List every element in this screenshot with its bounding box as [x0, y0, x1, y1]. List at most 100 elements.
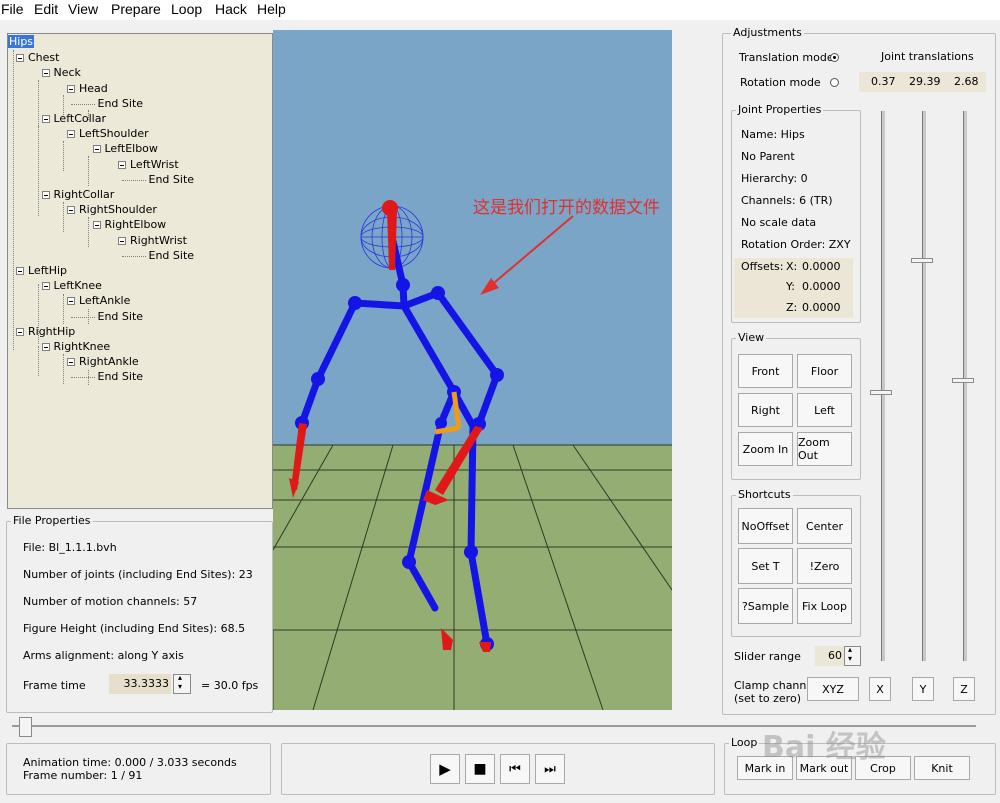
tree-connector: [63, 294, 64, 324]
zoom-out-button[interactable]: Zoom Out: [797, 432, 852, 466]
tree-expander-icon[interactable]: [41, 69, 50, 78]
nooffset-button[interactable]: NoOffset: [738, 508, 793, 544]
tree-node[interactable]: RightHip: [28, 325, 75, 338]
view-title: View: [736, 331, 767, 344]
tree-connector: [63, 141, 64, 171]
slider-x-thumb[interactable]: [870, 390, 892, 395]
first-frame-button[interactable]: ⏮: [500, 754, 530, 784]
tree-node[interactable]: End Site: [98, 310, 144, 323]
tree-node[interactable]: RightKnee: [54, 340, 111, 353]
tree-node[interactable]: LeftShoulder: [79, 127, 149, 140]
tree-expander-icon[interactable]: [67, 297, 75, 306]
joint-parent: No Parent: [741, 150, 795, 163]
stop-button[interactable]: ■: [465, 754, 495, 784]
last-frame-button[interactable]: ⏭: [535, 754, 565, 784]
tree-expander-icon[interactable]: [41, 115, 50, 123]
set-t-button[interactable]: Set T: [738, 548, 793, 584]
zero-button[interactable]: !Zero: [797, 548, 852, 584]
play-button[interactable]: ▶: [430, 754, 460, 784]
tree-node[interactable]: RightWrist: [130, 234, 187, 247]
frame-number: Frame number: 1 / 91: [23, 769, 143, 782]
tree-expander-icon[interactable]: [67, 130, 75, 139]
tree-node[interactable]: Head: [79, 82, 108, 95]
menu-help[interactable]: Help: [257, 1, 286, 17]
play-icon: ▶: [439, 760, 451, 778]
tree-expander-icon[interactable]: [92, 145, 101, 154]
slider-z-track[interactable]: [963, 111, 967, 661]
fix-loop-button[interactable]: Fix Loop: [797, 588, 852, 624]
sample-button[interactable]: ?Sample: [738, 588, 793, 624]
tree-expander-icon[interactable]: [41, 282, 50, 291]
slider-range-spinner[interactable]: ▴ ▾: [844, 645, 861, 666]
menu-view[interactable]: View: [68, 1, 98, 17]
joint-tree[interactable]: Hips Chest Neck Head End Site LeftCollar LeftS…: [7, 33, 273, 509]
frame-time-input[interactable]: 33.3333: [109, 674, 171, 694]
tree-expander-icon[interactable]: [67, 206, 75, 215]
slider-y-thumb[interactable]: [911, 258, 933, 263]
tree-node[interactable]: End Site: [149, 173, 195, 186]
tree-expander-icon[interactable]: [16, 54, 24, 63]
animation-time: Animation time: 0.000 / 3.033 seconds: [23, 756, 237, 769]
menu-file[interactable]: File: [1, 1, 24, 17]
tree-node[interactable]: RightCollar: [54, 188, 115, 201]
menu-edit[interactable]: Edit: [34, 1, 58, 17]
center-button[interactable]: Center: [797, 508, 852, 544]
tree-node[interactable]: RightElbow: [105, 218, 167, 231]
tree-node[interactable]: LeftKnee: [54, 279, 102, 292]
tree-node[interactable]: LeftElbow: [105, 142, 158, 155]
menu-prepare[interactable]: Prepare: [111, 1, 161, 17]
tree-node[interactable]: Hips: [8, 35, 35, 48]
knit-button[interactable]: Knit: [914, 756, 970, 780]
rotation-mode-radio[interactable]: [830, 78, 839, 87]
right-view-button[interactable]: Right: [738, 393, 793, 427]
slider-range-label: Slider range: [734, 650, 801, 663]
clamp-x-button[interactable]: X: [869, 677, 891, 701]
tree-node[interactable]: LeftCollar: [54, 112, 106, 125]
tree-node[interactable]: LeftAnkle: [79, 294, 130, 307]
tree-connector: [71, 377, 95, 379]
menu-hack[interactable]: Hack: [215, 1, 247, 17]
viewport-3d[interactable]: 这是我们打开的数据文件: [273, 30, 672, 710]
tree-node[interactable]: End Site: [98, 370, 144, 383]
tree-connector: [71, 316, 95, 318]
slider-z-thumb[interactable]: [952, 378, 974, 383]
floor-button[interactable]: Floor: [797, 354, 852, 388]
tree-expander-icon[interactable]: [67, 358, 75, 367]
tree-node[interactable]: RightAnkle: [79, 355, 139, 368]
offsets-label: Offsets:: [741, 260, 784, 273]
zoom-in-button[interactable]: Zoom In: [738, 432, 793, 466]
file-name: File: Bl_1.1.1.bvh: [23, 541, 117, 554]
tree-expander-icon[interactable]: [92, 221, 101, 230]
clamp-xyz-button[interactable]: XYZ: [807, 677, 859, 701]
clamp-z-button[interactable]: Z: [953, 677, 975, 701]
file-properties-group: File Properties File: Bl_1.1.1.bvh Numbe…: [6, 514, 273, 713]
slider-y-track[interactable]: [922, 111, 926, 661]
clamp-y-button[interactable]: Y: [912, 677, 934, 701]
tree-expander-icon[interactable]: [16, 267, 24, 275]
tree-node[interactable]: LeftWrist: [130, 158, 179, 171]
tree-node[interactable]: Neck: [54, 66, 81, 79]
tree-node[interactable]: RightShoulder: [79, 203, 157, 216]
left-view-button[interactable]: Left: [797, 393, 852, 427]
timeline-thumb[interactable]: [19, 717, 32, 737]
menu-loop[interactable]: Loop: [171, 1, 202, 17]
translation-mode-radio[interactable]: [830, 53, 839, 62]
tree-expander-icon[interactable]: [67, 84, 75, 93]
tree-connector: [88, 156, 89, 186]
tree-node[interactable]: Chest: [28, 51, 59, 64]
front-button[interactable]: Front: [738, 354, 793, 388]
tree-expander-icon[interactable]: [118, 160, 126, 169]
tree-expander-icon[interactable]: [16, 327, 24, 336]
channel-count: Number of motion channels: 57: [23, 595, 198, 608]
slider-x-track[interactable]: [881, 111, 885, 661]
tree-node[interactable]: LeftHip: [28, 264, 67, 277]
slider-range-input[interactable]: 60: [815, 646, 845, 666]
tree-node[interactable]: End Site: [98, 97, 144, 110]
stop-icon: ■: [473, 761, 487, 777]
offset-z: 0.0000: [802, 301, 841, 314]
tree-expander-icon[interactable]: [118, 236, 126, 245]
tree-expander-icon[interactable]: [41, 191, 50, 199]
tree-node[interactable]: End Site: [149, 249, 195, 262]
tree-expander-icon[interactable]: [41, 343, 50, 351]
frame-time-spinner[interactable]: ▴ ▾: [173, 673, 191, 694]
